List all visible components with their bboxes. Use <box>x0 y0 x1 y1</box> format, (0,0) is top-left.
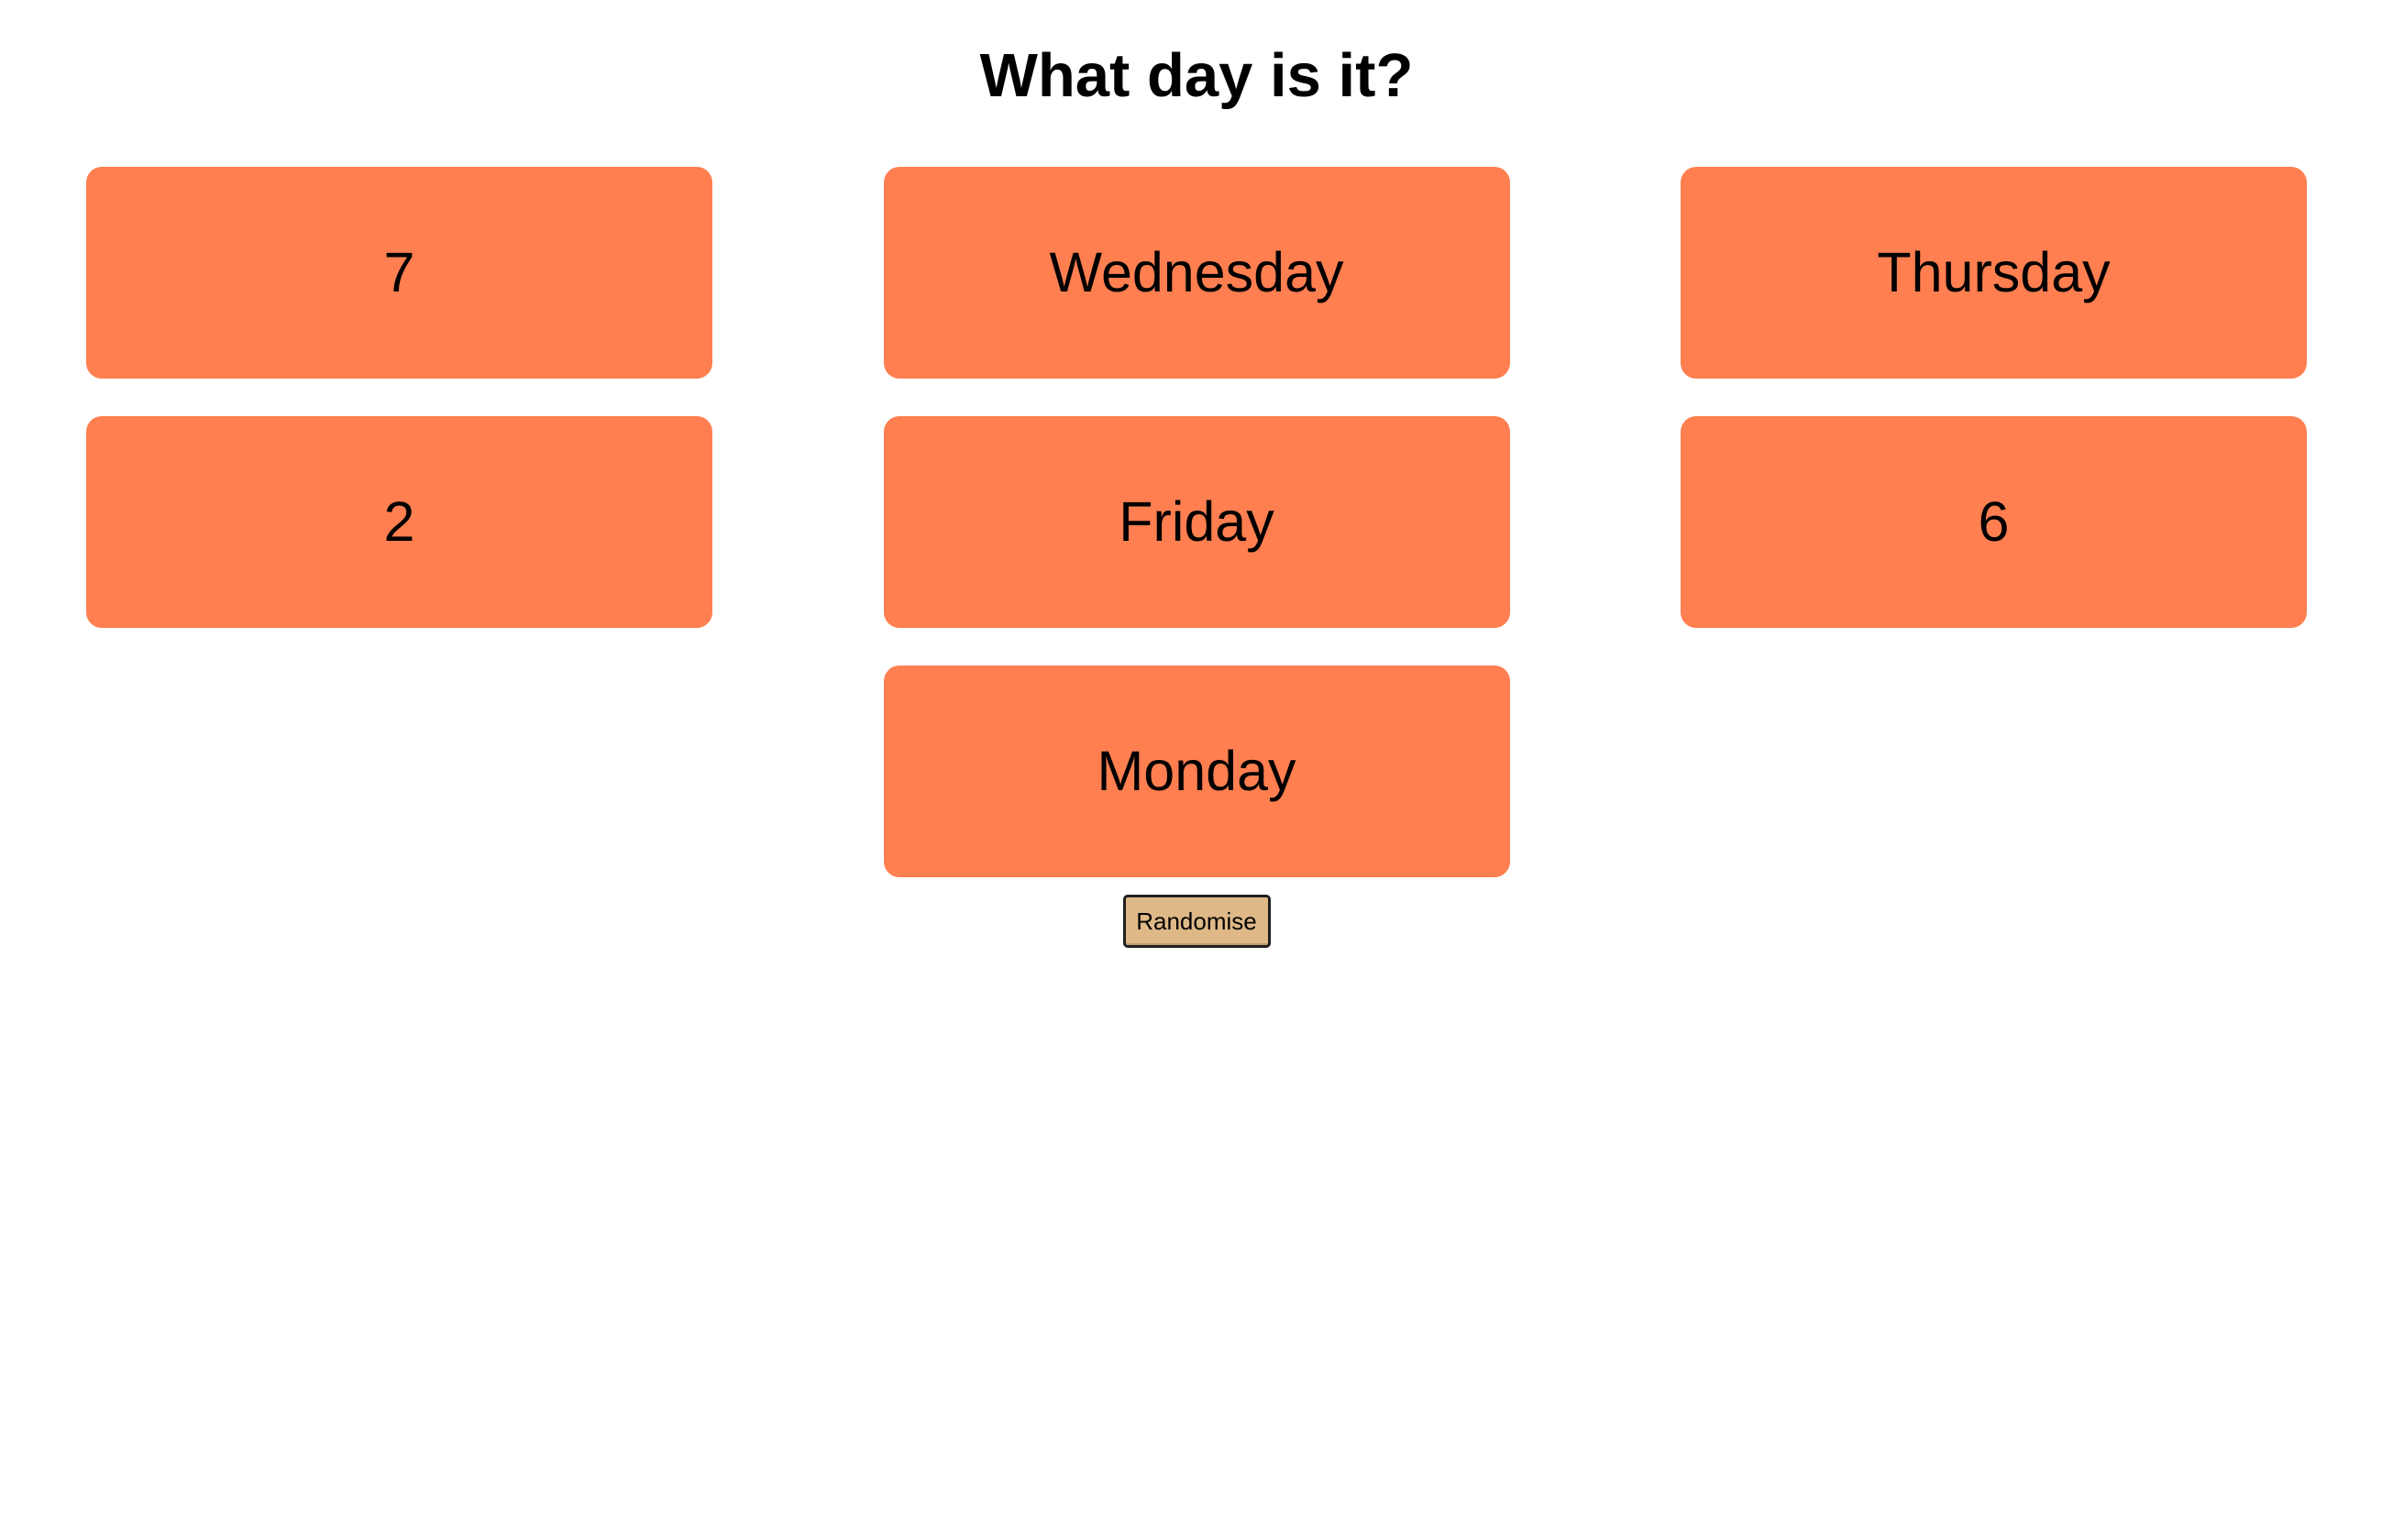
card-item[interactable]: Monday <box>883 666 1510 877</box>
card-item[interactable]: Wednesday <box>883 167 1510 379</box>
card-item[interactable]: Thursday <box>1681 167 2307 379</box>
randomise-button[interactable]: Randomise <box>1122 895 1271 948</box>
card-item[interactable]: 6 <box>1681 416 2307 628</box>
card-item[interactable]: 7 <box>86 167 712 379</box>
card-item[interactable]: 2 <box>86 416 712 628</box>
randomise-container: Randomise <box>0 895 2393 948</box>
page-title: What day is it? <box>979 41 1414 110</box>
page: What day is it? 7 Wednesday Thursday 2 F… <box>0 0 2393 1540</box>
card-item[interactable]: Friday <box>883 416 1510 628</box>
empty-card-slot <box>86 666 712 877</box>
card-grid: 7 Wednesday Thursday 2 Friday 6 Monday <box>86 167 2307 877</box>
